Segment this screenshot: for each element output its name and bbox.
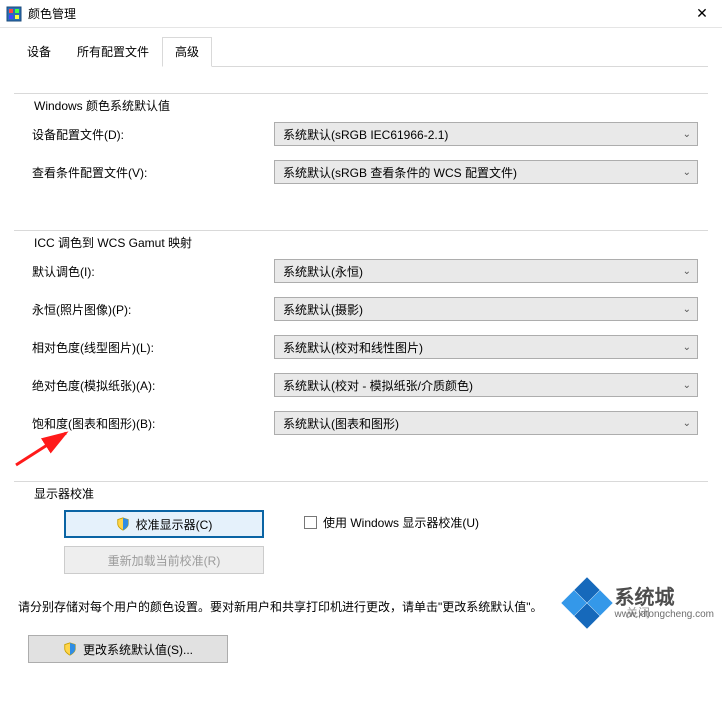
watermark-logo-icon bbox=[567, 583, 607, 623]
tab-device[interactable]: 设备 bbox=[14, 37, 64, 67]
group-title-icc-gamut: ICC 调色到 WCS Gamut 映射 bbox=[30, 234, 198, 251]
select-absolute-intent[interactable]: 系统默认(校对 - 模拟纸张/介质颜色) ⌄ bbox=[274, 373, 698, 397]
label-device-profile: 设备配置文件(D): bbox=[24, 126, 274, 143]
chevron-down-icon: ⌄ bbox=[683, 129, 691, 140]
change-system-defaults-button[interactable]: 更改系统默认值(S)... bbox=[28, 635, 228, 663]
close-button[interactable]: ✕ bbox=[682, 0, 722, 28]
tab-all-profiles[interactable]: 所有配置文件 bbox=[64, 37, 162, 67]
label-view-profile: 查看条件配置文件(V): bbox=[24, 164, 274, 181]
tab-strip: 设备 所有配置文件 高级 bbox=[14, 36, 708, 67]
label-permanent-intent: 永恒(照片图像)(P): bbox=[24, 301, 274, 318]
label-default-intent: 默认调色(I): bbox=[24, 263, 274, 280]
label-saturation-intent: 饱和度(图表和图形)(B): bbox=[24, 415, 274, 432]
group-title-windows-defaults: Windows 颜色系统默认值 bbox=[30, 97, 176, 114]
select-relative-intent[interactable]: 系统默认(校对和线性图片) ⌄ bbox=[274, 335, 698, 359]
select-saturation-intent[interactable]: 系统默认(图表和图形) ⌄ bbox=[274, 411, 698, 435]
tab-advanced[interactable]: 高级 bbox=[162, 37, 212, 67]
group-windows-defaults: Windows 颜色系统默认值 设备配置文件(D): 系统默认(sRGB IEC… bbox=[14, 85, 708, 204]
group-icc-gamut: ICC 调色到 WCS Gamut 映射 默认调色(I): 系统默认(永恒) ⌄… bbox=[14, 222, 708, 455]
watermark: 系统城 www.xitongcheng.com bbox=[567, 583, 715, 623]
chevron-down-icon: ⌄ bbox=[683, 167, 691, 178]
reload-calibration-button: 重新加载当前校准(R) bbox=[64, 546, 264, 574]
watermark-url: www.xitongcheng.com bbox=[615, 609, 715, 620]
watermark-name: 系统城 bbox=[615, 587, 715, 609]
label-absolute-intent: 绝对色度(模拟纸张)(A): bbox=[24, 377, 274, 394]
chevron-down-icon: ⌄ bbox=[683, 266, 691, 277]
shield-icon bbox=[116, 517, 130, 531]
chevron-down-icon: ⌄ bbox=[683, 304, 691, 315]
use-windows-calibration-checkbox[interactable]: 使用 Windows 显示器校准(U) bbox=[304, 514, 479, 531]
group-display-calibration: 显示器校准 校准显示器(C) 重新加载当前校准(R) bbox=[14, 473, 708, 580]
select-view-profile[interactable]: 系统默认(sRGB 查看条件的 WCS 配置文件) ⌄ bbox=[274, 160, 698, 184]
calibrate-display-button[interactable]: 校准显示器(C) bbox=[64, 510, 264, 538]
window-title: 颜色管理 bbox=[28, 5, 76, 22]
app-icon bbox=[6, 6, 22, 22]
group-title-display-calibration: 显示器校准 bbox=[30, 485, 100, 502]
label-relative-intent: 相对色度(线型图片)(L): bbox=[24, 339, 274, 356]
close-icon: ✕ bbox=[696, 5, 708, 22]
select-device-profile[interactable]: 系统默认(sRGB IEC61966-2.1) ⌄ bbox=[274, 122, 698, 146]
select-permanent-intent[interactable]: 系统默认(摄影) ⌄ bbox=[274, 297, 698, 321]
select-default-intent[interactable]: 系统默认(永恒) ⌄ bbox=[274, 259, 698, 283]
chevron-down-icon: ⌄ bbox=[683, 418, 691, 429]
chevron-down-icon: ⌄ bbox=[683, 380, 691, 391]
shield-icon bbox=[63, 642, 77, 656]
checkbox-icon bbox=[304, 516, 317, 529]
chevron-down-icon: ⌄ bbox=[683, 342, 691, 353]
title-bar: 颜色管理 ✕ bbox=[0, 0, 722, 28]
